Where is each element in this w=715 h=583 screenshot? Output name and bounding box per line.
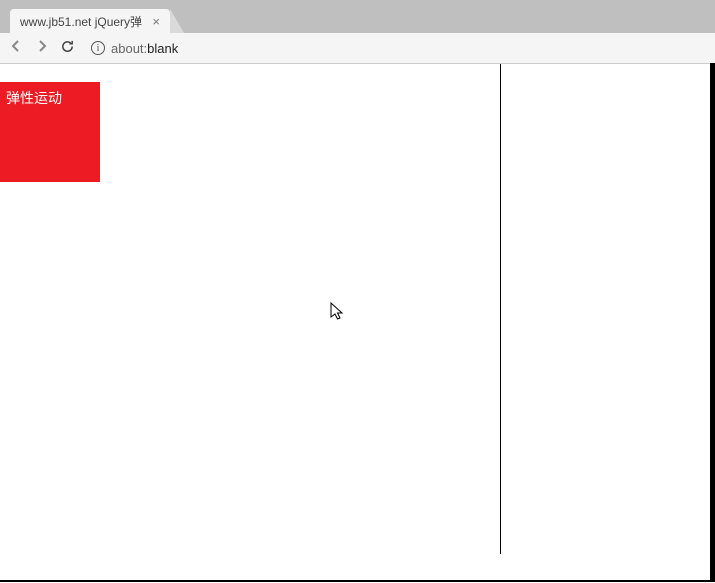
- elastic-box[interactable]: 弹性运动: [0, 82, 100, 182]
- page-content: 弹性运动: [0, 64, 715, 583]
- browser-chrome: www.jb51.net jQuery弹 × i about:blank: [0, 0, 715, 64]
- back-button[interactable]: [8, 38, 24, 59]
- tab-title: www.jb51.net jQuery弹: [20, 13, 142, 30]
- forward-button[interactable]: [34, 38, 50, 59]
- url-path: blank: [147, 41, 178, 56]
- cursor-icon: [330, 302, 346, 327]
- tab-bar: www.jb51.net jQuery弹 ×: [0, 7, 715, 33]
- nav-buttons: [8, 38, 75, 59]
- toolbar: i about:blank: [0, 33, 715, 63]
- elastic-box-label: 弹性运动: [6, 90, 62, 106]
- close-icon[interactable]: ×: [152, 14, 160, 29]
- info-icon[interactable]: i: [91, 41, 105, 55]
- right-border: [710, 63, 715, 582]
- address-bar[interactable]: i about:blank: [85, 39, 707, 58]
- tab-edge: [170, 9, 184, 33]
- vertical-divider: [500, 64, 501, 554]
- reload-button[interactable]: [60, 39, 75, 57]
- browser-tab[interactable]: www.jb51.net jQuery弹 ×: [10, 9, 170, 33]
- top-bar: [0, 0, 715, 7]
- url-protocol: about:: [111, 41, 147, 56]
- url-text: about:blank: [111, 41, 178, 56]
